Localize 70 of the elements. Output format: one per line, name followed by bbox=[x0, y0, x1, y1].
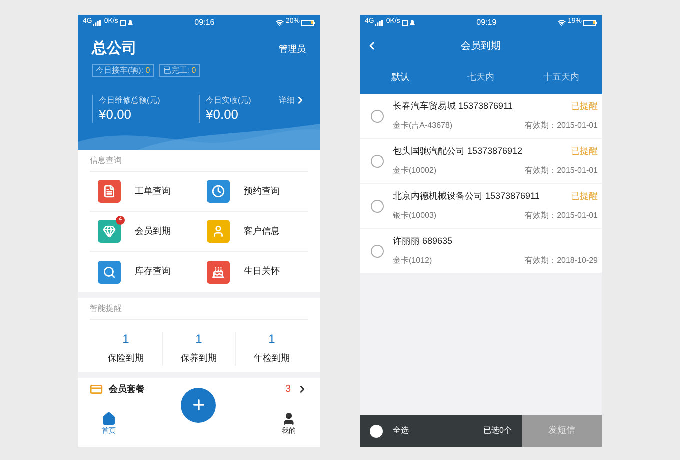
tile-glyph-icon bbox=[212, 185, 225, 198]
reminder-item[interactable]: 1 保养到期 bbox=[162, 332, 235, 366]
company-title: 总公司 bbox=[92, 39, 137, 59]
reminder-item[interactable]: 1 年检到期 bbox=[235, 332, 308, 366]
menu-item[interactable]: 工单查询 bbox=[90, 172, 199, 212]
status-label: 已提醒 bbox=[571, 190, 598, 204]
screen-title: 会员到期 bbox=[461, 40, 501, 54]
wifi-icon bbox=[558, 18, 566, 26]
total-amount: ¥0.00 bbox=[206, 106, 239, 122]
signal-icon bbox=[93, 20, 102, 26]
card-label: 金卡(吉A-43678) bbox=[393, 120, 453, 132]
signal-icon bbox=[375, 20, 384, 26]
plus-icon bbox=[190, 397, 206, 413]
reminder-item[interactable]: 1 保险到期 bbox=[90, 332, 162, 366]
total-label: 今日实收(元) bbox=[206, 94, 252, 106]
section-title: 智能提醒 bbox=[90, 298, 308, 320]
square-icon bbox=[120, 20, 126, 26]
detail-link[interactable]: 详细 bbox=[279, 94, 306, 106]
member-name: 许丽丽 689635 bbox=[393, 235, 453, 248]
menu-item[interactable]: 客户信息 bbox=[199, 212, 308, 252]
status-label: 已提醒 bbox=[571, 100, 598, 114]
member-name: 长春汽车贸易城 15373876911 bbox=[393, 100, 513, 114]
expiry-date: 有效期：2018-10-29 bbox=[525, 254, 598, 267]
menu-item[interactable]: 预约查询 bbox=[199, 172, 308, 212]
square-icon bbox=[402, 20, 408, 26]
person-icon bbox=[282, 412, 296, 426]
role-label: 管理员 bbox=[279, 42, 306, 56]
total-amount: ¥0.00 bbox=[99, 106, 132, 122]
menu-item[interactable]: 生日关怀 bbox=[199, 252, 308, 292]
member-row[interactable]: 北京内德机械设备公司 15373876911 已提醒 银卡(10003) 有效期：2015-01-01 bbox=[360, 184, 602, 228]
stat-badge: 今日接车(辆): 0 bbox=[92, 64, 154, 76]
tile-glyph-icon bbox=[103, 225, 116, 238]
member-row[interactable]: 许丽丽 689635 金卡(1012) 有效期：2018-10-29 bbox=[360, 229, 602, 273]
card-label: 金卡(10002) bbox=[393, 164, 437, 177]
tile-glyph-icon bbox=[103, 266, 116, 278]
total-label: 今日维修总额(元) bbox=[99, 94, 160, 106]
menu-item[interactable]: 库存查询 bbox=[90, 252, 199, 292]
member-name: 包头国驰汽配公司 15373876912 bbox=[393, 145, 523, 158]
filter-tab[interactable]: 默认 bbox=[360, 62, 441, 94]
row-checkbox[interactable] bbox=[371, 244, 384, 258]
clock-time: 09:16 bbox=[194, 16, 215, 28]
tile-glyph-icon bbox=[212, 225, 225, 238]
bell-icon bbox=[410, 20, 416, 26]
stat-badge: 已完工: 0 bbox=[159, 64, 200, 76]
select-all-label: 全选 bbox=[393, 425, 410, 437]
member-name: 北京内德机械设备公司 15373876911 bbox=[393, 190, 540, 204]
status-label: 已提醒 bbox=[571, 145, 598, 158]
tile-glyph-icon bbox=[212, 266, 225, 278]
row-checkbox[interactable] bbox=[371, 154, 384, 168]
member-row[interactable]: 长春汽车贸易城 15373876911 已提醒 金卡(吉A-43678) 有效期：2015-01-01 bbox=[360, 94, 602, 138]
member-row[interactable]: 包头国驰汽配公司 15373876912 已提醒 金卡(10002) 有效期：2015-01-01 bbox=[360, 139, 602, 183]
card-icon bbox=[90, 383, 103, 396]
expiry-date: 有效期：2015-01-01 bbox=[525, 120, 598, 132]
row-checkbox[interactable] bbox=[371, 200, 384, 212]
row-checkbox[interactable] bbox=[371, 110, 384, 122]
selected-count: 已选0个 bbox=[484, 425, 512, 437]
wifi-icon bbox=[276, 18, 284, 26]
card-label: 金卡(1012) bbox=[393, 254, 432, 267]
tile-glyph-icon bbox=[103, 185, 116, 198]
package-row[interactable]: 会员套餐 3 bbox=[78, 378, 320, 402]
bell-icon bbox=[128, 20, 134, 26]
expiry-date: 有效期：2015-01-01 bbox=[525, 210, 598, 222]
battery-icon bbox=[583, 20, 597, 26]
section-title: 信息查询 bbox=[90, 150, 308, 172]
battery-icon bbox=[301, 20, 315, 26]
card-label: 银卡(10003) bbox=[393, 210, 437, 222]
clock-time: 09:19 bbox=[476, 16, 497, 28]
expiry-date: 有效期：2015-01-01 bbox=[525, 164, 598, 177]
select-all-checkbox[interactable] bbox=[370, 424, 383, 438]
home-icon bbox=[102, 412, 116, 426]
